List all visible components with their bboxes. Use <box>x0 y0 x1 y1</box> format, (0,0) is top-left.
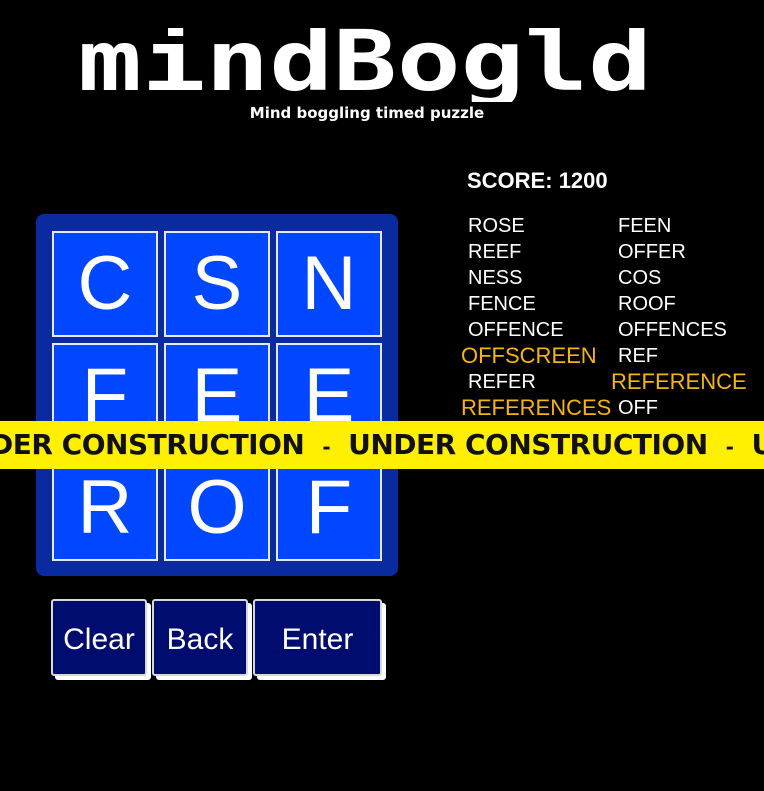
clear-button[interactable]: Clear <box>51 599 147 676</box>
found-word: OFFER <box>618 241 686 263</box>
found-word: OFFENCES <box>618 319 727 341</box>
letter-tile[interactable]: S <box>164 231 270 337</box>
letter-tile[interactable]: C <box>52 231 158 337</box>
banner-text: UNDER CONSTRUCTION <box>348 428 708 461</box>
found-word-highlighted: REFERENCES <box>461 395 612 420</box>
under-construction-banner: DER CONSTRUCTION-UNDER CONSTRUCTION-UND <box>0 421 764 469</box>
banner-text: DER CONSTRUCTION <box>0 428 305 461</box>
found-word: ROOF <box>618 293 676 315</box>
logo-text: mindBogld <box>78 28 652 102</box>
enter-button[interactable]: Enter <box>253 599 382 676</box>
found-word-highlighted: OFFSCREEN <box>461 343 597 368</box>
letter-tile[interactable]: N <box>276 231 382 337</box>
found-words-list: ROSE FEEN REEF OFFER NESS COS FENCE ROOF… <box>460 214 760 424</box>
found-word: ROSE <box>468 215 525 237</box>
score-display: SCORE: 1200 <box>467 168 608 194</box>
found-word: REFER <box>468 371 536 393</box>
score-label: SCORE: <box>467 168 553 193</box>
found-word: FEEN <box>618 215 672 237</box>
letter-tile[interactable]: O <box>164 455 270 561</box>
banner-text: UND <box>751 428 764 461</box>
found-word: OFFENCE <box>468 319 564 341</box>
banner-separator: - <box>725 435 734 459</box>
subtitle: Mind boggling timed puzzle <box>249 104 485 122</box>
score-value: 1200 <box>558 168 608 193</box>
found-word: COS <box>618 267 662 289</box>
found-word-highlighted: REFERENCE <box>611 369 747 394</box>
letter-tile[interactable]: F <box>276 455 382 561</box>
found-word: OFF <box>618 397 658 419</box>
found-word: REEF <box>468 241 522 263</box>
found-word: REF <box>618 345 658 367</box>
found-word: FENCE <box>468 293 536 315</box>
letter-board: C S N F E E R O F <box>36 214 398 576</box>
banner-separator: - <box>322 435 331 459</box>
letter-tile[interactable]: R <box>52 455 158 561</box>
mindbogld-logo: mindBogld <box>78 28 652 102</box>
back-button[interactable]: Back <box>152 599 248 676</box>
found-word: NESS <box>468 267 523 289</box>
